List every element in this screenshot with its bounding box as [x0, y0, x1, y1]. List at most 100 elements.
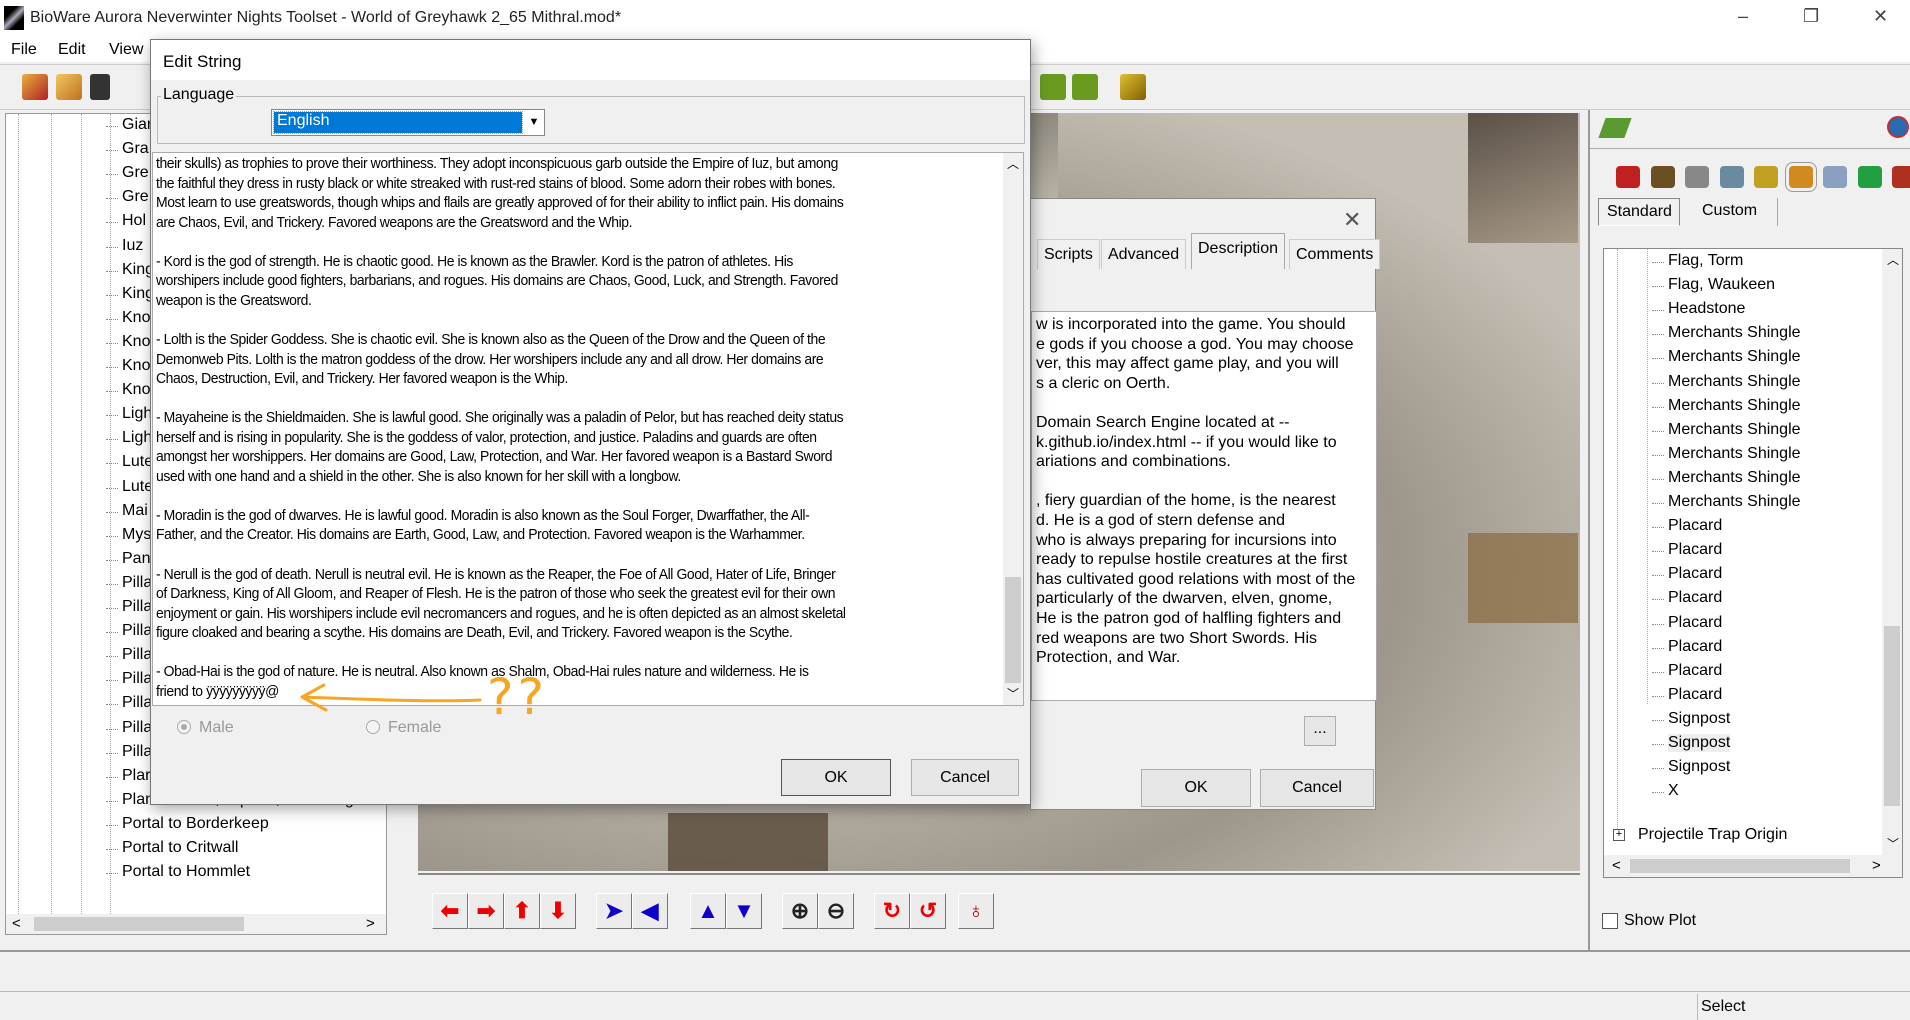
description-textarea[interactable]: w is incorporated into the game. You sho…	[1031, 311, 1377, 701]
show-plot-checkbox[interactable]	[1602, 913, 1618, 929]
string-textarea[interactable]: their skulls) as trophies to prove their…	[152, 152, 1024, 706]
horizontal-scrollbar[interactable]: < >	[6, 914, 386, 934]
close-button[interactable]: ✕	[1873, 6, 1888, 27]
rotate-right-icon[interactable]: ➤	[596, 893, 632, 929]
menu-edit[interactable]: Edit	[58, 41, 86, 59]
tree-item[interactable]: Flag, Waukeen	[1651, 276, 1775, 294]
scroll-up-icon[interactable]: ︿	[1007, 155, 1019, 172]
tree-item[interactable]: Pilla	[105, 622, 152, 640]
tree-item[interactable]: Merchants Shingle	[1652, 421, 1801, 439]
info-icon[interactable]	[1887, 116, 1909, 138]
ok-button[interactable]: OK	[1141, 769, 1251, 807]
vertical-scrollbar[interactable]: ︿ ﹀	[1882, 249, 1902, 855]
tree-item[interactable]: Placard	[1651, 662, 1722, 680]
tree-item[interactable]: Placard	[1651, 638, 1722, 656]
scroll-thumb[interactable]	[1005, 577, 1021, 683]
tree-item[interactable]: Portal to Critwall	[105, 839, 238, 857]
scroll-right-icon[interactable]: >	[366, 915, 375, 932]
tree-item[interactable]: Merchants Shingle	[1652, 493, 1801, 511]
tree-item[interactable]: Pilla	[105, 719, 152, 737]
tree-item[interactable]: Pilla	[105, 694, 152, 712]
rotate-left-icon[interactable]: ◀	[632, 893, 668, 929]
items-icon[interactable]	[1719, 166, 1744, 188]
tab-scripts[interactable]: Scripts	[1037, 239, 1100, 269]
edit-description-button[interactable]: ...	[1304, 716, 1336, 746]
music-icon[interactable]	[1040, 74, 1066, 100]
tree-item[interactable]: Placard	[1651, 565, 1722, 583]
tree-item[interactable]: Giar	[105, 116, 152, 134]
sound-icon[interactable]	[1072, 74, 1098, 100]
cancel-button[interactable]: Cancel	[1260, 769, 1374, 807]
tree-item[interactable]: Pilla	[105, 598, 152, 616]
tree-item[interactable]: Ligh	[105, 429, 152, 447]
tree-item[interactable]: Pilla	[105, 574, 152, 592]
tree-item[interactable]: Pilla	[105, 743, 152, 761]
sounds-icon[interactable]	[1892, 166, 1910, 188]
tree-item[interactable]: X	[1652, 782, 1679, 800]
tab-comments[interactable]: Comments	[1289, 239, 1381, 269]
tree-item[interactable]: Kno	[105, 309, 150, 327]
tree-item[interactable]: Merchants Shingle	[1652, 397, 1801, 415]
pan-left-icon[interactable]: ⬅	[432, 893, 468, 929]
tree-group-projectile-trap-origin[interactable]: Projectile Trap Origin	[1638, 826, 1787, 844]
doors-icon[interactable]	[1650, 166, 1675, 188]
tab-standard[interactable]: Standard	[1598, 198, 1680, 226]
male-radio[interactable]: Male	[177, 719, 234, 737]
tree-item[interactable]: Merchants Shingle	[1652, 324, 1801, 342]
tree-item[interactable]: Merchants Shingle	[1652, 373, 1801, 391]
horizontal-scrollbar[interactable]: < >	[1604, 855, 1902, 877]
tree-item[interactable]: Kno	[105, 381, 150, 399]
tree-item[interactable]: Kno	[105, 333, 150, 351]
pan-up-icon[interactable]: ⬆	[504, 893, 540, 929]
maximize-button[interactable]: ❐	[1803, 6, 1819, 27]
cancel-button[interactable]: Cancel	[911, 759, 1019, 796]
tab-advanced[interactable]: Advanced	[1101, 239, 1187, 269]
tab-custom[interactable]: Custom	[1692, 198, 1778, 226]
new-module-icon[interactable]	[22, 74, 48, 100]
tree-item[interactable]: Lute	[105, 478, 153, 496]
scroll-down-icon[interactable]: ﹀	[1007, 685, 1019, 702]
waypoints-icon[interactable]	[1857, 166, 1882, 188]
tree-item[interactable]: Mys	[105, 526, 151, 544]
close-icon[interactable]: ✕	[1343, 207, 1361, 233]
triggers-icon[interactable]	[1823, 166, 1847, 188]
tab-description[interactable]: Description	[1191, 233, 1286, 269]
tree-item[interactable]: Placard	[1651, 614, 1722, 632]
expand-icon[interactable]: +	[1613, 829, 1625, 841]
tree-item[interactable]: Merchants Shingle	[1652, 348, 1801, 366]
minimize-button[interactable]: –	[1738, 6, 1748, 27]
encounters-icon[interactable]	[1685, 166, 1709, 188]
language-select[interactable]: English ▼	[271, 109, 545, 136]
open-module-icon[interactable]	[56, 74, 82, 100]
ok-button[interactable]: OK	[781, 759, 891, 796]
pan-down-icon[interactable]: ⬇	[540, 893, 576, 929]
tree-item[interactable]: Gre	[106, 188, 149, 206]
vertical-scrollbar[interactable]: ︿ ﹀	[1003, 153, 1023, 705]
tree-item[interactable]: Kno	[105, 357, 150, 375]
rotate-cw-icon[interactable]: ↻	[874, 893, 910, 929]
tree-item[interactable]: Placard	[1651, 517, 1722, 535]
tree-item[interactable]: Pilla	[105, 670, 152, 688]
tree-item[interactable]: Signpost	[1651, 710, 1730, 728]
zoom-out-icon[interactable]: ⊖	[818, 893, 854, 929]
reset-camera-icon[interactable]: ♁	[958, 893, 994, 929]
creatures-icon[interactable]	[1616, 166, 1640, 188]
tree-item[interactable]: Portal to Hommlet	[105, 863, 250, 881]
save-icon[interactable]	[90, 74, 110, 100]
tree-item[interactable]: Hol	[105, 212, 146, 230]
palette-tree[interactable]: Flag, Torm Flag, Waukeen Headstone Merchant…	[1603, 248, 1903, 878]
tree-item[interactable]: Pilla	[105, 646, 152, 664]
menu-file[interactable]: File	[11, 41, 37, 59]
tree-item[interactable]: Placard	[1651, 541, 1722, 559]
tree-item[interactable]: Iuz	[105, 237, 143, 255]
scroll-thumb[interactable]	[1884, 626, 1900, 806]
tree-item[interactable]: Gra	[106, 140, 149, 158]
tree-item[interactable]: Pan	[105, 550, 150, 568]
menu-view[interactable]: View	[109, 41, 143, 59]
scroll-left-icon[interactable]: <	[12, 915, 21, 932]
tree-item[interactable]: Signpost	[1651, 734, 1731, 752]
chevron-down-icon[interactable]: ▼	[524, 110, 544, 135]
tree-item[interactable]: Placard	[1651, 589, 1722, 607]
tree-item[interactable]: Merchants Shingle	[1652, 469, 1801, 487]
tree-item[interactable]: Merchants Shingle	[1652, 445, 1801, 463]
